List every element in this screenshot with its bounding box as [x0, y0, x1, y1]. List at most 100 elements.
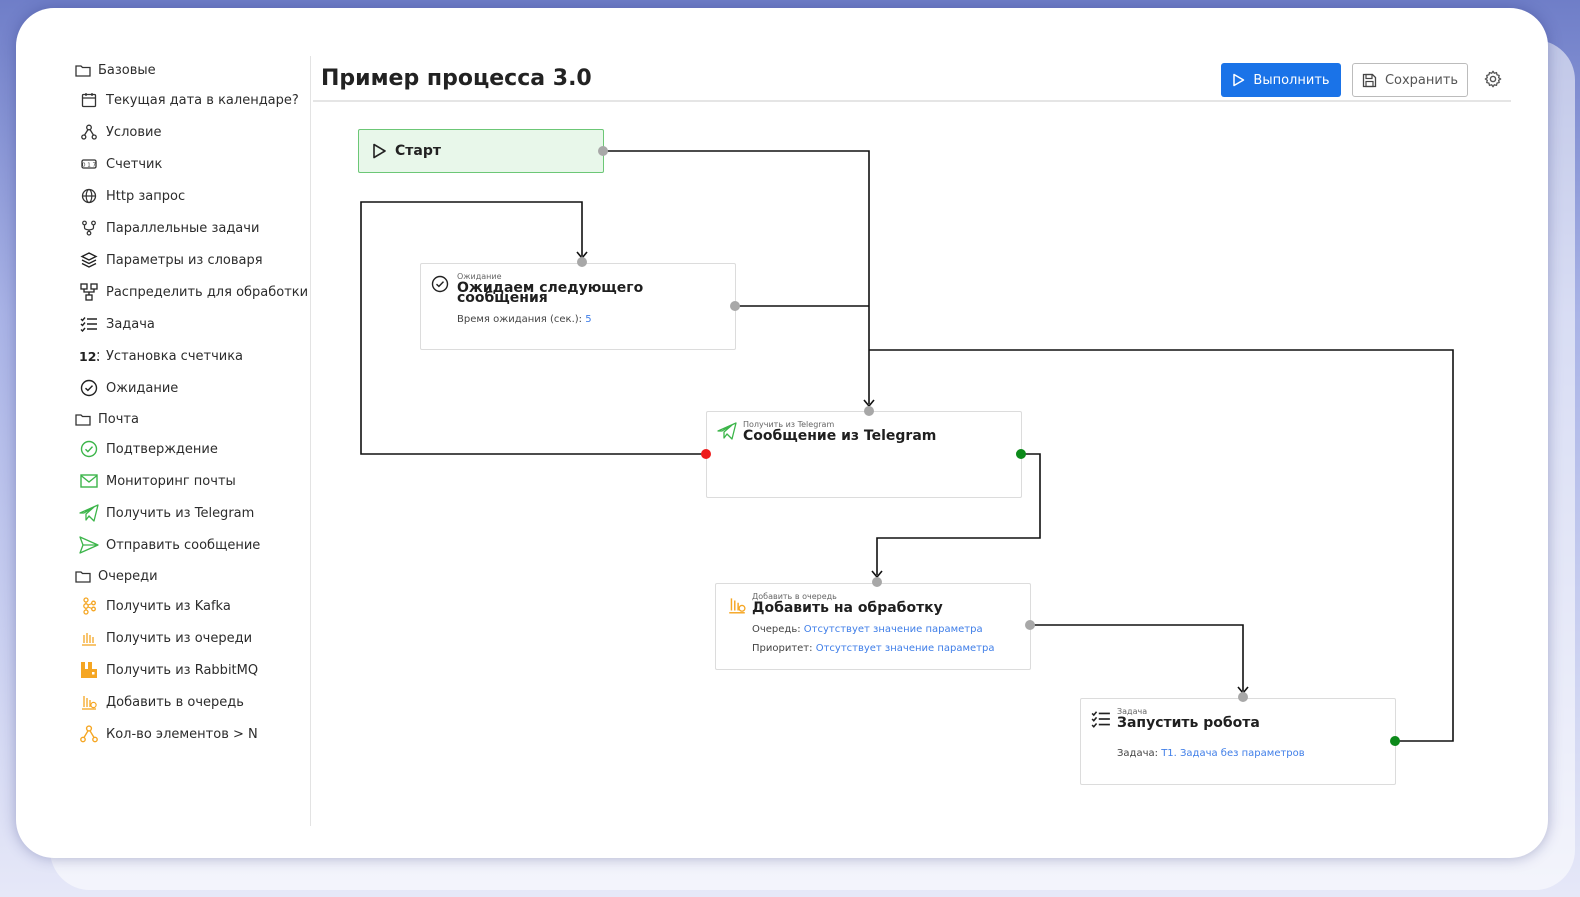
node-property: Время ожидания (сек.): 5 [457, 314, 592, 325]
sidebar-item-parallel[interactable]: Параллельные задачи [78, 215, 259, 241]
check-circle-icon [78, 438, 100, 460]
sidebar-item-queue-get[interactable]: Получить из очереди [78, 625, 252, 651]
sidebar-item-label: Получить из Kafka [106, 598, 231, 614]
sidebar-item-label: Параметры из словаря [106, 252, 263, 268]
rabbitmq-icon [78, 659, 100, 681]
sidebar-item-label: Текущая дата в календаре? [106, 92, 299, 108]
node-title: Добавить на обработку [752, 600, 943, 616]
node-robot[interactable]: Задача Запустить робота Задача: T1. Зада… [1080, 698, 1396, 785]
sidebar-item-queue-add[interactable]: Добавить в очередь [78, 689, 244, 715]
sidebar-item-label: Почта [98, 411, 139, 427]
node-property-queue: Очередь: Отсутствует значение параметра [752, 624, 983, 635]
edge-robot-to-telegram [869, 349, 1454, 742]
property-value[interactable]: Отсутствует значение параметра [816, 643, 995, 654]
sidebar-item-label: Базовые [98, 62, 156, 78]
queue-add-icon [78, 691, 100, 713]
condition-icon [78, 121, 100, 143]
sidebar-item-label: Распределить для обработки [106, 284, 309, 300]
sidebar-item-label: Задача [106, 316, 155, 332]
node-telegram[interactable]: Получить из Telegram Сообщение из Telegr… [706, 411, 1022, 498]
property-label: Очередь: [752, 624, 801, 635]
sidebar-item-label: Ожидание [106, 380, 179, 396]
sidebar-folder-basic[interactable]: Базовые [74, 57, 156, 83]
node-title: Запустить робота [1117, 715, 1260, 731]
layers-icon [78, 249, 100, 271]
task-list-icon [1091, 711, 1110, 728]
sidebar-item-label: Счетчик [106, 156, 163, 172]
node-property: Задача: T1. Задача без параметров [1117, 748, 1305, 759]
sidebar-item-label: Условие [106, 124, 162, 140]
sidebar-item-distribute[interactable]: Распределить для обработки [78, 279, 308, 305]
node-start[interactable]: Старт [358, 129, 604, 173]
node-queue[interactable]: Добавить в очередь Добавить на обработку… [715, 583, 1031, 670]
play-icon [1233, 73, 1245, 87]
app-window: Базовые Текущая дата в календаре? Услови… [16, 8, 1548, 858]
gear-icon [1484, 70, 1502, 88]
sidebar-folder-mail[interactable]: Почта [74, 406, 139, 432]
task-list-icon [78, 313, 100, 335]
property-label: Задача: [1117, 748, 1158, 759]
sidebar-item-send-message[interactable]: Отправить сообщение [78, 532, 260, 558]
fork-icon [78, 217, 100, 239]
svg-text:123: 123 [79, 349, 99, 364]
property-value[interactable]: Отсутствует значение параметра [804, 624, 983, 635]
svg-text:0 1 7: 0 1 7 [82, 163, 96, 169]
sidebar-folder-queues[interactable]: Очереди [74, 563, 158, 589]
sidebar-item-dict-params[interactable]: Параметры из словаря [78, 247, 263, 273]
node-title: Старт [395, 143, 441, 159]
sidebar-item-label: Очереди [98, 568, 158, 584]
sidebar-item-task[interactable]: Задача [78, 311, 155, 337]
folder-icon [74, 408, 92, 430]
counter-icon: 0 1 7 [78, 153, 100, 175]
save-button[interactable]: Сохранить [1352, 63, 1468, 97]
folder-icon [74, 59, 92, 81]
property-value[interactable]: T1. Задача без параметров [1161, 748, 1304, 759]
property-value[interactable]: 5 [585, 314, 591, 325]
run-button-label: Выполнить [1253, 72, 1330, 88]
clock-icon [431, 275, 449, 293]
mail-icon [78, 470, 100, 492]
sidebar-item-mail-monitor[interactable]: Мониторинг почты [78, 468, 236, 494]
node-wait[interactable]: Ожидание Ожидаем следующего сообщения Вр… [420, 263, 736, 350]
run-button[interactable]: Выполнить [1221, 63, 1341, 97]
sidebar-item-rabbitmq[interactable]: Получить из RabbitMQ [78, 657, 258, 683]
save-button-label: Сохранить [1384, 72, 1459, 88]
edge-queue-to-robot [1030, 624, 1244, 691]
telegram-icon [78, 502, 100, 524]
arrow-head [1237, 686, 1249, 695]
page-title: Пример процесса 3.0 [321, 66, 592, 91]
component-palette: Базовые Текущая дата в календаре? Услови… [16, 56, 311, 826]
sidebar-item-label: Параллельные задачи [106, 220, 260, 236]
sidebar-item-calendar[interactable]: Текущая дата в календаре? [78, 87, 299, 113]
sidebar-item-label: Подтверждение [106, 441, 218, 457]
sidebar-item-count-gt-n[interactable]: Кол-во элементов > N [78, 721, 258, 747]
sidebar-item-confirm[interactable]: Подтверждение [78, 436, 218, 462]
queue-get-icon [78, 627, 100, 649]
sidebar-item-condition[interactable]: Условие [78, 119, 161, 145]
send-icon [78, 534, 100, 556]
sidebar-item-set-counter[interactable]: 123 Установка счетчика [78, 343, 243, 369]
sidebar-item-http[interactable]: Http запрос [78, 183, 185, 209]
header-divider [313, 100, 1511, 102]
sidebar-item-telegram-get[interactable]: Получить из Telegram [78, 500, 254, 526]
globe-icon [78, 185, 100, 207]
sidebar-item-wait[interactable]: Ожидание [78, 375, 178, 401]
sidebar-item-label: Отправить сообщение [106, 537, 261, 553]
sidebar-item-label: Добавить в очередь [106, 694, 244, 710]
distribute-icon [78, 281, 100, 303]
node-title-line2: сообщения [457, 290, 548, 306]
calendar-icon [78, 89, 100, 111]
sidebar-item-counter[interactable]: 0 1 7 Счетчик [78, 151, 162, 177]
save-icon [1362, 73, 1377, 87]
sidebar-item-label: Получить из RabbitMQ [106, 662, 259, 678]
node-title: Сообщение из Telegram [743, 428, 937, 444]
arrow-head [863, 399, 875, 408]
settings-button[interactable] [1484, 70, 1504, 90]
sidebar-item-label: Кол-во элементов > N [106, 726, 258, 742]
sidebar-item-label: Мониторинг почты [106, 473, 236, 489]
sidebar-item-kafka[interactable]: Получить из Kafka [78, 593, 231, 619]
condition-orange-icon [78, 723, 100, 745]
arrow-head [871, 570, 883, 579]
numbers-icon: 123 [78, 345, 100, 367]
sidebar-item-label: Получить из Telegram [106, 505, 255, 521]
